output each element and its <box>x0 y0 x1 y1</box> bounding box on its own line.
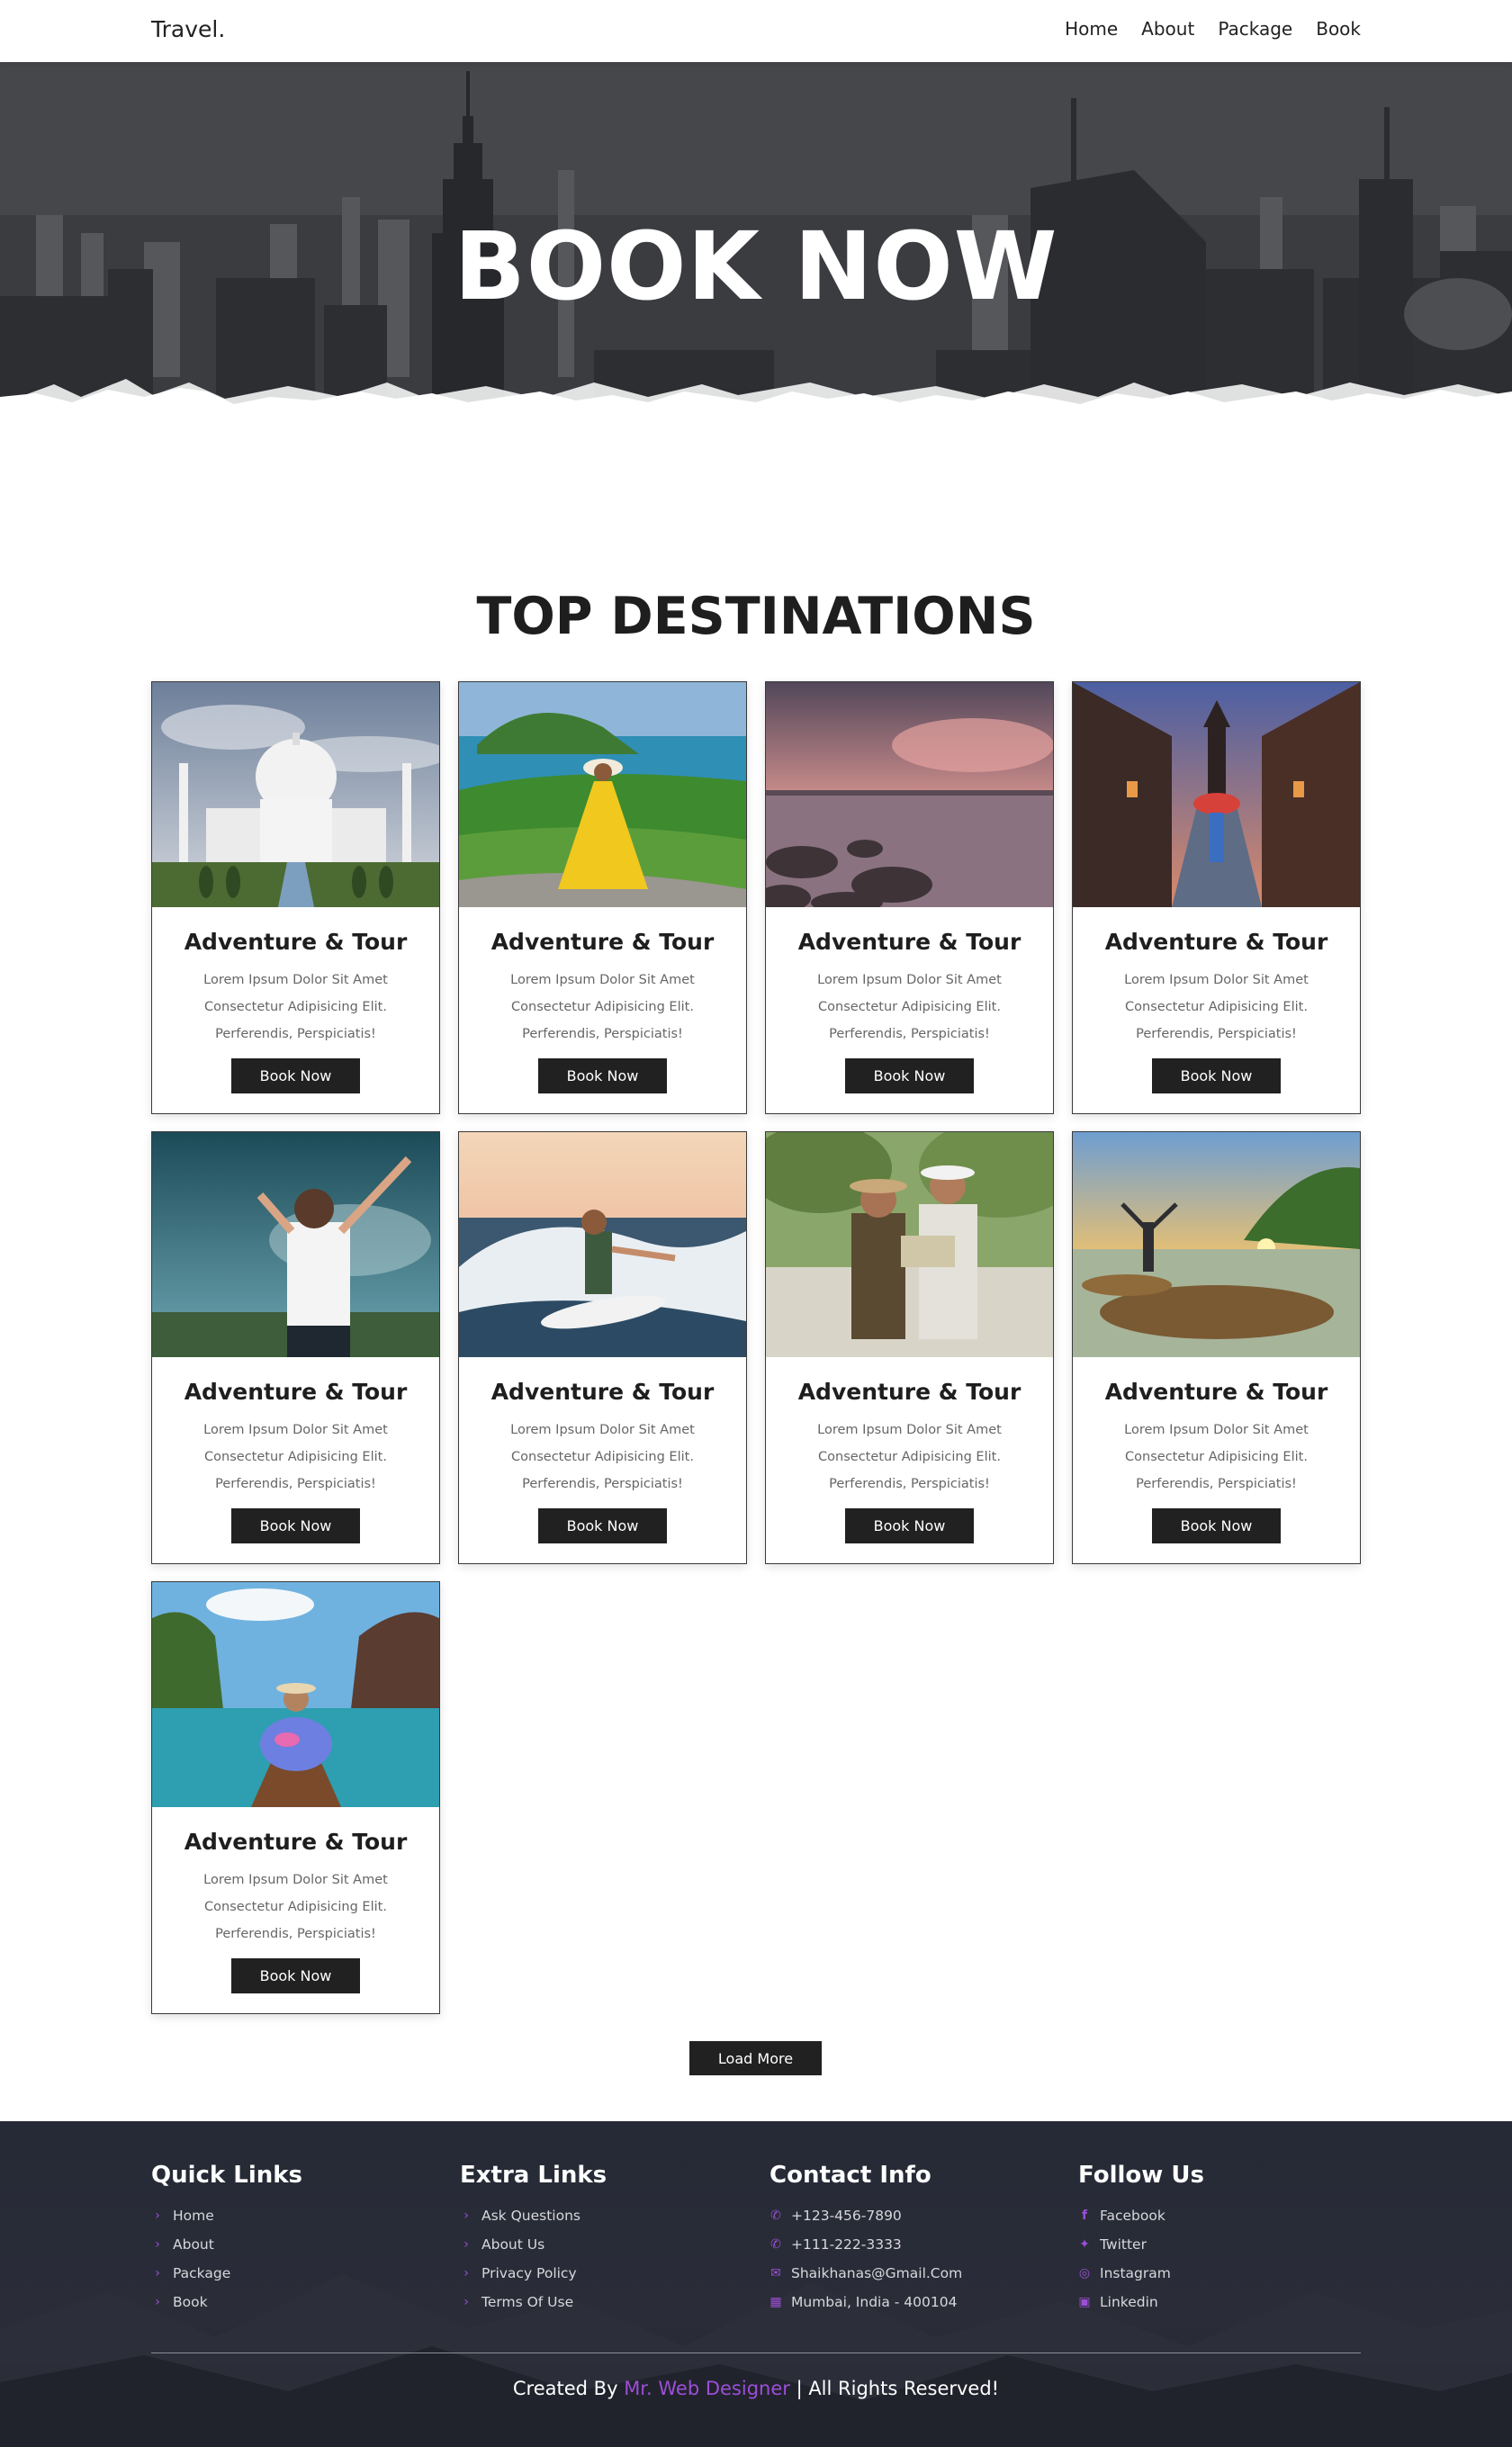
card-title: Adventure & Tour <box>184 1829 408 1855</box>
chevron-right-icon: › <box>155 2209 160 2223</box>
contact-info-title: Contact Info <box>770 2162 932 2189</box>
footer-link-home[interactable]: › Home <box>151 2201 302 2230</box>
chevron-right-icon: › <box>155 2237 160 2252</box>
nav-about[interactable]: About <box>1141 18 1194 40</box>
footer-credit: Created By Mr. Web Designer | All Rights… <box>512 2378 1000 2399</box>
book-now-button[interactable]: Book Now <box>1152 1508 1281 1543</box>
book-now-button[interactable]: Book Now <box>538 1058 667 1093</box>
card-description: Lorem Ipsum Dolor Sit Amet Consectetur Ad… <box>203 1873 388 1941</box>
footer-link-ask-questions[interactable]: › Ask Questions <box>460 2201 607 2230</box>
quick-links-column: Quick Links › Home › About › Package › Book <box>151 2162 302 2317</box>
card-title: Adventure & Tour <box>184 1379 408 1405</box>
brush-edge-decoration <box>0 379 1512 459</box>
nav-package[interactable]: Package <box>1218 18 1292 40</box>
card-description: Lorem Ipsum Dolor Sit Amet Consectetur Ad… <box>1124 1423 1309 1491</box>
woman-boat-photo <box>152 1582 439 1807</box>
footer-link-about-us[interactable]: › About Us <box>460 2230 607 2259</box>
destination-card: Adventure & Tour Lorem Ipsum Dolor Sit A… <box>765 681 1054 1114</box>
map-icon: ▦ <box>770 2295 782 2309</box>
nav-book[interactable]: Book <box>1316 18 1361 40</box>
destination-card: Adventure & Tour Lorem Ipsum Dolor Sit A… <box>151 681 440 1114</box>
chevron-right-icon: › <box>155 2266 160 2281</box>
extra-links-title: Extra Links <box>460 2162 608 2189</box>
chevron-right-icon: › <box>155 2295 160 2309</box>
destination-card: Adventure & Tour Lorem Ipsum Dolor Sit A… <box>765 1131 1054 1564</box>
follow-us-column: Follow Us f Facebook ✦ Twitter ◎ Instagram … <box>1078 2162 1204 2317</box>
destination-card: Adventure & Tour Lorem Ipsum Dolor Sit A… <box>458 681 747 1114</box>
load-more-button[interactable]: Load More <box>689 2041 822 2075</box>
follow-us-title: Follow Us <box>1078 2162 1204 2189</box>
book-now-button[interactable]: Book Now <box>231 1508 360 1543</box>
card-description: Lorem Ipsum Dolor Sit Amet Consectetur Ad… <box>510 973 695 1041</box>
social-twitter[interactable]: ✦ Twitter <box>1078 2230 1204 2259</box>
instagram-icon: ◎ <box>1078 2266 1091 2281</box>
destination-card: Adventure & Tour Lorem Ipsum Dolor Sit A… <box>151 1581 440 2014</box>
card-description: Lorem Ipsum Dolor Sit Amet Consectetur Ad… <box>203 973 388 1041</box>
phone-icon: ✆ <box>770 2209 781 2223</box>
footer-link-terms-of-use[interactable]: › Terms Of Use <box>460 2288 607 2317</box>
card-title: Adventure & Tour <box>1104 1379 1328 1405</box>
section-title: TOP DESTINATIONS <box>476 587 1036 646</box>
couple-map-photo <box>766 1132 1053 1357</box>
social-instagram[interactable]: ◎ Instagram <box>1078 2259 1204 2288</box>
taj-mahal-photo <box>152 682 439 907</box>
book-now-button[interactable]: Book Now <box>845 1058 974 1093</box>
chevron-right-icon: › <box>464 2295 469 2309</box>
card-description: Lorem Ipsum Dolor Sit Amet Consectetur Ad… <box>817 973 1002 1041</box>
site-logo[interactable]: Travel. <box>151 16 225 42</box>
social-facebook[interactable]: f Facebook <box>1078 2201 1204 2230</box>
hero-banner: BOOK NOW <box>0 62 1512 459</box>
book-now-button[interactable]: Book Now <box>1152 1058 1281 1093</box>
card-title: Adventure & Tour <box>490 1379 715 1405</box>
destination-card: Adventure & Tour Lorem Ipsum Dolor Sit A… <box>1072 1131 1361 1564</box>
quick-links-title: Quick Links <box>151 2162 303 2189</box>
contact-address: ▦ Mumbai, India - 400104 <box>770 2294 958 2310</box>
contact-phone-1[interactable]: ✆ +123-456-7890 <box>770 2201 962 2230</box>
footer-link-about[interactable]: › About <box>151 2230 302 2259</box>
contact-email[interactable]: ✉ Shaikhanas@Gmail.Com <box>770 2259 962 2288</box>
destination-card: Adventure & Tour Lorem Ipsum Dolor Sit A… <box>458 1131 747 1564</box>
envelope-icon: ✉ <box>770 2266 781 2281</box>
card-title: Adventure & Tour <box>490 929 715 955</box>
footer-link-privacy-policy[interactable]: › Privacy Policy <box>460 2259 607 2288</box>
card-title: Adventure & Tour <box>184 929 408 955</box>
woman-arms-up-photo <box>152 1132 439 1357</box>
author-link[interactable]: Mr. Web Designer <box>624 2378 790 2399</box>
card-description: Lorem Ipsum Dolor Sit Amet Consectetur Ad… <box>510 1423 695 1491</box>
extra-links-column: Extra Links › Ask Questions › About Us › Pr… <box>460 2162 607 2317</box>
facebook-icon: f <box>1081 2209 1088 2223</box>
nav-home[interactable]: Home <box>1065 18 1118 40</box>
surfer-photo <box>459 1132 746 1357</box>
card-title: Adventure & Tour <box>797 1379 1022 1405</box>
site-header: Travel. Home About Package Book <box>0 0 1512 62</box>
chevron-right-icon: › <box>464 2237 469 2252</box>
book-now-button[interactable]: Book Now <box>845 1508 974 1543</box>
card-description: Lorem Ipsum Dolor Sit Amet Consectetur Ad… <box>203 1423 388 1491</box>
contact-phone-2[interactable]: ✆ +111-222-3333 <box>770 2230 962 2259</box>
card-title: Adventure & Tour <box>1104 929 1328 955</box>
main-nav: Home About Package Book <box>1065 18 1361 40</box>
social-linkedin[interactable]: ▣ Linkedin <box>1078 2288 1204 2317</box>
chevron-right-icon: › <box>464 2266 469 2281</box>
destination-card: Adventure & Tour Lorem Ipsum Dolor Sit A… <box>151 1131 440 1564</box>
beach-sunset-photo <box>1073 1132 1360 1357</box>
card-title: Adventure & Tour <box>797 929 1022 955</box>
book-now-button[interactable]: Book Now <box>538 1508 667 1543</box>
destination-card: Adventure & Tour Lorem Ipsum Dolor Sit A… <box>1072 681 1361 1114</box>
phone-icon: ✆ <box>770 2237 781 2252</box>
card-description: Lorem Ipsum Dolor Sit Amet Consectetur Ad… <box>1124 973 1309 1041</box>
chevron-right-icon: › <box>464 2209 469 2223</box>
sunset-lake-photo <box>766 682 1053 907</box>
linkedin-icon: ▣ <box>1078 2295 1091 2309</box>
book-now-button[interactable]: Book Now <box>231 1058 360 1093</box>
twitter-icon: ✦ <box>1079 2237 1090 2252</box>
card-description: Lorem Ipsum Dolor Sit Amet Consectetur Ad… <box>817 1423 1002 1491</box>
footer-link-package[interactable]: › Package <box>151 2259 302 2288</box>
kyoto-street-photo <box>1073 682 1360 907</box>
footer-link-book[interactable]: › Book <box>151 2288 302 2317</box>
woman-on-hill-photo <box>459 682 746 907</box>
contact-info-column: Contact Info ✆ +123-456-7890 ✆ +111-222-33… <box>770 2162 962 2317</box>
book-now-button[interactable]: Book Now <box>231 1958 360 1993</box>
